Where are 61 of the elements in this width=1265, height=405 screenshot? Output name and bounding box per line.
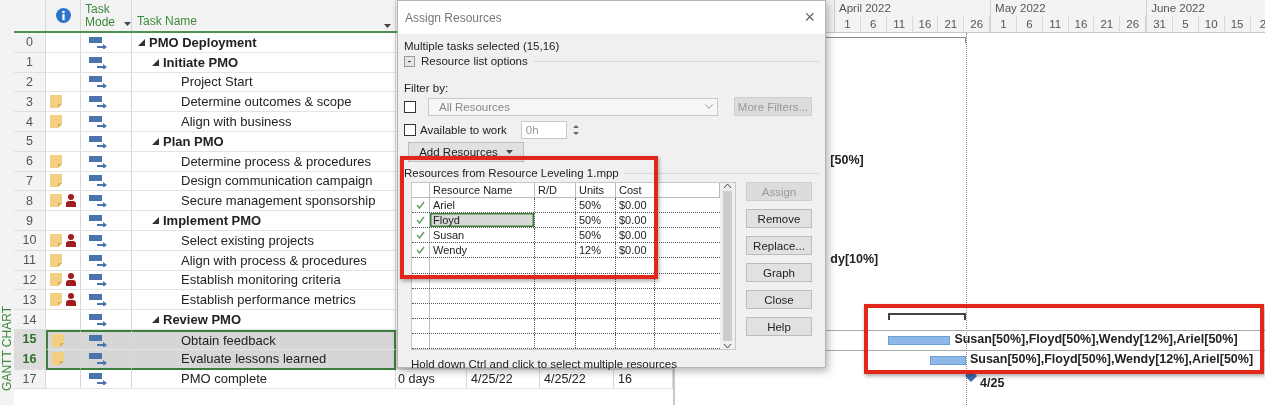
day-label: 1: [835, 16, 861, 32]
day-label: 26: [964, 16, 991, 32]
day-label: 21: [938, 16, 965, 32]
day-label: 6: [860, 16, 887, 32]
task-name: Design communication campaign: [181, 173, 373, 189]
day-label: 11: [1042, 16, 1069, 32]
task-name: Obtain feedback: [181, 332, 276, 348]
finish-date-cell: 4/25/22: [544, 371, 586, 386]
month-label: May 2022: [994, 1, 1047, 16]
task-name: Evaluate lessons learned: [181, 351, 327, 367]
task-name: Determine process & procedures: [181, 153, 372, 169]
summary-task-name: Implement PMO: [163, 213, 262, 229]
cost-cell: $0.00: [616, 198, 655, 213]
day-label: 6: [1016, 16, 1043, 32]
day-label: 16: [912, 16, 939, 32]
day-label: 21: [1094, 16, 1121, 32]
dialog-title: Assign Resources: [405, 10, 502, 25]
resource-label: Susan[50%],Floyd[50%],Wendy[12%],Ariel[50%]: [954, 331, 1238, 346]
task-name: Align with process & procedures: [181, 252, 367, 268]
cost-cell: $0.00: [616, 213, 655, 228]
summary-task-name: PMO Deployment: [149, 34, 257, 50]
resource-label: dy[10%]: [830, 251, 879, 266]
day-label: 1: [991, 16, 1017, 32]
day-label: 11: [886, 16, 913, 32]
units-cell: 50%: [576, 198, 616, 213]
task-name: Establish monitoring criteria: [181, 272, 341, 288]
day-label: 5: [1172, 16, 1199, 32]
task-name: Secure management sponsorship: [181, 193, 376, 209]
filter-label: Filter by:: [404, 82, 449, 94]
task-name: Align with business: [181, 114, 292, 130]
summary-task-name: Review PMO: [163, 312, 242, 328]
month-label: June 2022: [1150, 1, 1206, 16]
day-label: 31: [1147, 16, 1173, 32]
task-name: Establish performance metrics: [181, 292, 356, 308]
units-cell: 50%: [576, 228, 616, 243]
list-title: Resources from Resource Leveling 1.mpp: [404, 167, 619, 179]
options-label: Resource list options: [421, 55, 528, 67]
month-label: April 2022: [838, 1, 892, 16]
task-name: PMO complete: [181, 371, 267, 387]
cost-cell: $0.00: [616, 243, 655, 258]
task-name: Select existing projects: [181, 232, 314, 248]
day-label: 26: [1120, 16, 1147, 32]
cost-cell: $0.00: [616, 228, 655, 243]
summary-task-name: Initiate PMO: [163, 54, 239, 70]
predecessors-cell: 16: [618, 371, 632, 386]
resource-label: Susan[50%],Floyd[50%],Wendy[12%],Ariel[50%]: [969, 351, 1254, 366]
selection-info: Multiple tasks selected (15,16): [404, 40, 560, 52]
summary-task-name: Plan PMO: [163, 133, 224, 149]
start-date-cell: 4/25/22: [471, 371, 513, 386]
day-label: 15: [1224, 16, 1251, 32]
units-cell: 50%: [576, 213, 616, 228]
task-name: Project Start: [181, 74, 253, 90]
day-label: 2: [1250, 16, 1265, 32]
resource-label: [50%]: [830, 152, 864, 167]
units-cell: 12%: [576, 243, 616, 258]
duration-cell: 0 days: [398, 371, 435, 386]
day-label: 10: [1198, 16, 1225, 32]
day-label: 16: [1068, 16, 1095, 32]
available-label: Available to work: [420, 124, 507, 136]
milestone-date-label: 4/25: [980, 375, 1005, 390]
task-name: Determine outcomes & scope: [181, 94, 352, 110]
